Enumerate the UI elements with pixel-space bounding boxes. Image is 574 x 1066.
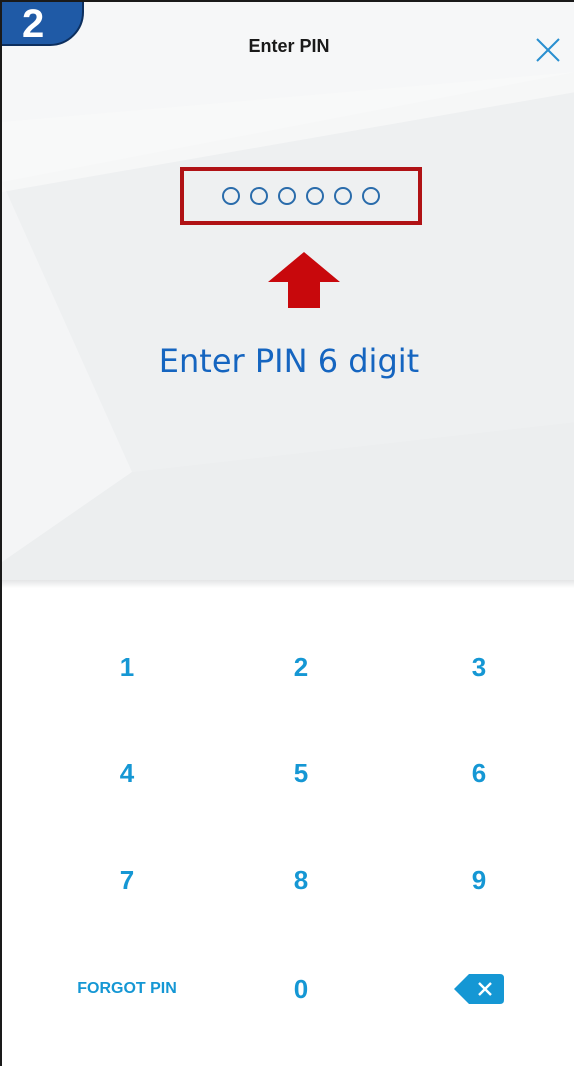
key-6[interactable]: 6 bbox=[394, 728, 564, 818]
app-screen: 2 Enter PIN Enter PIN 6 digit 1 2 3 4 5 … bbox=[0, 0, 574, 1066]
key-7[interactable]: 7 bbox=[42, 835, 212, 925]
key-4[interactable]: 4 bbox=[42, 728, 212, 818]
pin-dot bbox=[362, 187, 380, 205]
key-1[interactable]: 1 bbox=[42, 622, 212, 712]
key-0[interactable]: 0 bbox=[216, 944, 386, 1034]
pin-dot bbox=[222, 187, 240, 205]
instruction-label: Enter PIN 6 digit bbox=[158, 342, 420, 380]
key-2[interactable]: 2 bbox=[216, 622, 386, 712]
key-8[interactable]: 8 bbox=[216, 835, 386, 925]
pin-dot bbox=[334, 187, 352, 205]
pin-dot bbox=[306, 187, 324, 205]
pin-dots-highlight bbox=[180, 167, 422, 225]
close-icon bbox=[536, 38, 560, 62]
close-button[interactable] bbox=[534, 36, 562, 64]
up-arrow-icon bbox=[268, 252, 340, 308]
key-5[interactable]: 5 bbox=[216, 728, 386, 818]
key-9[interactable]: 9 bbox=[394, 835, 564, 925]
backspace-button[interactable] bbox=[394, 944, 564, 1034]
key-3[interactable]: 3 bbox=[394, 622, 564, 712]
pin-dot bbox=[278, 187, 296, 205]
panel-divider bbox=[2, 580, 574, 588]
forgot-pin-button[interactable]: FORGOT PIN bbox=[42, 944, 212, 1034]
page-title: Enter PIN bbox=[248, 36, 330, 56]
pin-dot bbox=[250, 187, 268, 205]
backspace-icon bbox=[454, 974, 504, 1004]
